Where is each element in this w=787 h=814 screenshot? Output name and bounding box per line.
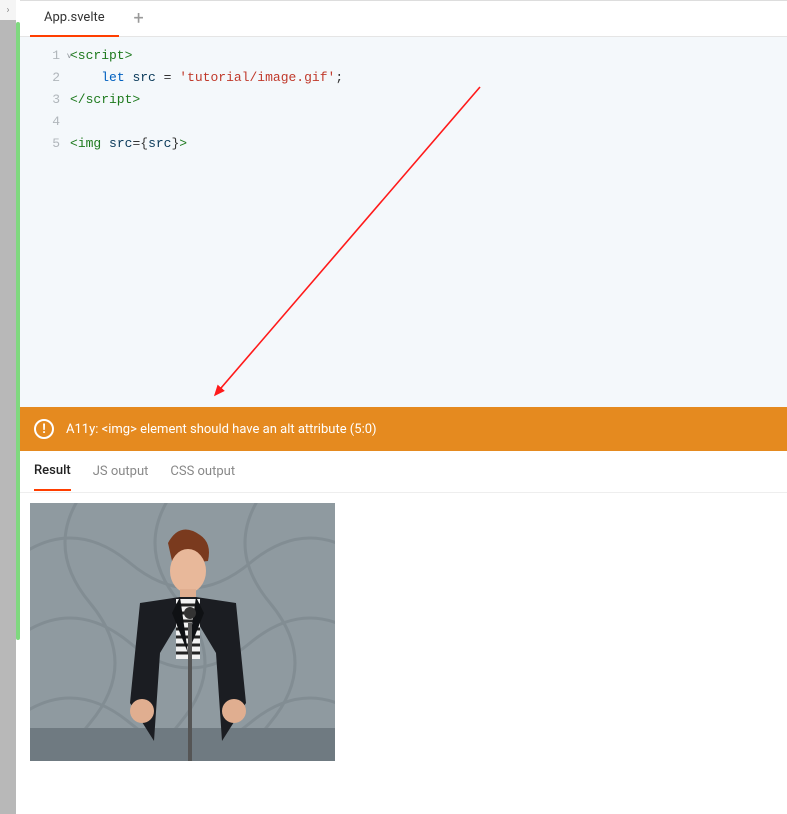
warning-icon: ! [34,419,54,439]
panel-collapse-toggle[interactable]: › [0,0,16,20]
fold-caret-icon[interactable]: ˅ [67,46,72,68]
warning-bar[interactable]: ! A11y: <img> element should have an alt… [20,407,787,451]
result-image [30,503,335,761]
chevron-right-icon: › [6,5,9,16]
result-pane [20,493,787,814]
line-number-gutter: 1˅ 2 3 4 5 [20,37,70,407]
left-gutter [0,0,16,814]
code-line: <img src={src}> [70,133,343,155]
file-tab-label: App.svelte [44,10,105,25]
tab-js-output[interactable]: JS output [93,453,149,490]
main-panel: App.svelte + 1˅ 2 3 4 5 <script> let src… [20,0,787,814]
file-tabs-row: App.svelte + [20,1,787,37]
file-tab-app-svelte[interactable]: App.svelte [30,1,119,37]
code-editor[interactable]: 1˅ 2 3 4 5 <script> let src = 'tutorial/… [20,37,787,407]
code-line: </script> [70,89,343,111]
line-number: 3 [20,89,60,111]
add-tab-button[interactable]: + [125,5,153,33]
tab-result[interactable]: Result [34,452,71,491]
line-number: 2 [20,67,60,89]
output-tabs-row: Result JS output CSS output [20,451,787,493]
code-line [70,111,343,133]
code-line: <script> [70,45,343,67]
code-line: let src = 'tutorial/image.gif'; [70,67,343,89]
line-number: 1˅ [20,45,60,67]
line-number: 5 [20,133,60,155]
plus-icon: + [134,8,144,29]
tab-css-output[interactable]: CSS output [170,453,235,490]
warning-text: A11y: <img> element should have an alt a… [66,422,377,437]
line-number: 4 [20,111,60,133]
code-content[interactable]: <script> let src = 'tutorial/image.gif';… [70,37,343,407]
